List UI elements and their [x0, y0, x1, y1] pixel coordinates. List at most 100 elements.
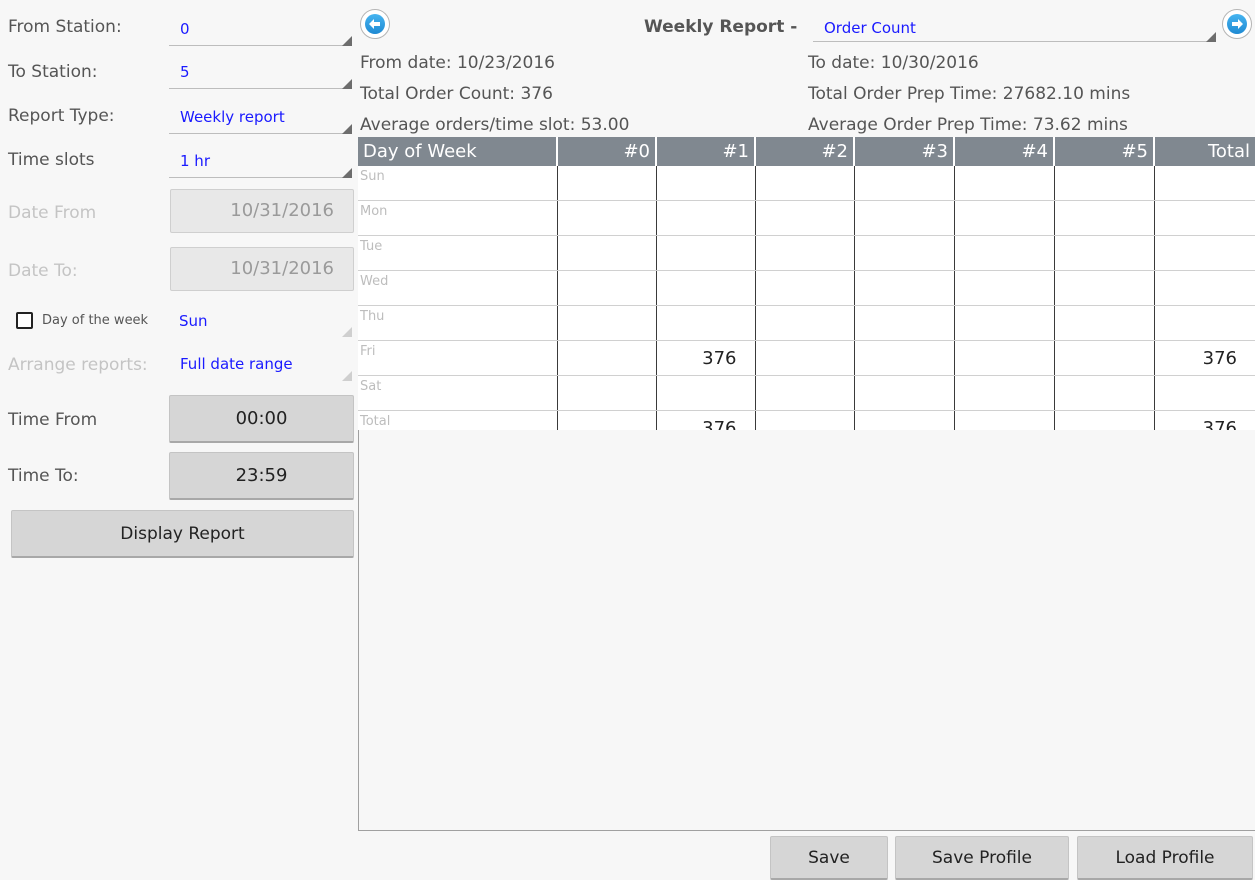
report-table: Day of Week #0 #1 #2 #3 #4 #5 Total Sun …	[358, 137, 1255, 446]
table-cell	[755, 375, 855, 411]
table-cell	[954, 305, 1055, 341]
table-cell	[954, 235, 1055, 271]
dropdown-corner-icon	[342, 168, 352, 178]
time-slots-value: 1 hr	[180, 152, 210, 170]
column-header: Day of Week	[358, 137, 558, 166]
spinner-underline	[169, 45, 352, 46]
report-metric-spinner[interactable]: Order Count	[813, 10, 1218, 44]
spinner-underline	[169, 88, 352, 89]
table-cell	[854, 305, 955, 341]
to-station-spinner[interactable]: 5	[169, 54, 354, 92]
table-cell	[854, 166, 955, 201]
arrow-left-icon	[369, 19, 380, 29]
table-cell	[1154, 375, 1255, 411]
table-row: Mon	[358, 200, 1255, 236]
row-label: Fri	[358, 340, 558, 376]
table-cell	[1154, 235, 1255, 271]
avg-prep-time-text: Average Order Prep Time: 73.62 mins	[808, 115, 1128, 135]
table-cell	[1054, 270, 1155, 306]
time-to-button[interactable]: 23:59	[169, 452, 354, 500]
from-station-label: From Station:	[8, 17, 122, 37]
date-from-field[interactable]: 10/31/2016	[170, 189, 354, 233]
time-slots-spinner[interactable]: 1 hr	[169, 143, 354, 181]
table-cell	[854, 375, 955, 411]
save-button[interactable]: Save	[770, 836, 888, 880]
column-header: Total	[1154, 137, 1255, 166]
report-type-spinner[interactable]: Weekly report	[169, 99, 354, 137]
table-cell	[1154, 305, 1255, 341]
arrange-reports-label: Arrange reports:	[8, 355, 148, 375]
table-cell	[656, 375, 756, 411]
table-cell: 376	[1154, 340, 1255, 376]
day-of-week-spinner[interactable]: Sun	[169, 302, 354, 340]
table-cell: 376	[656, 340, 756, 376]
table-cell	[557, 270, 657, 306]
table-cell	[656, 270, 756, 306]
arrange-reports-spinner[interactable]: Full date range	[169, 346, 354, 384]
spinner-underline	[813, 41, 1216, 42]
table-cell	[1054, 235, 1155, 271]
arrow-right-icon	[1232, 19, 1243, 29]
table-cell	[755, 270, 855, 306]
from-station-value: 0	[180, 20, 190, 38]
day-of-week-value: Sun	[179, 312, 208, 330]
time-from-label: Time From	[8, 410, 98, 430]
table-cell	[954, 270, 1055, 306]
next-button[interactable]	[1222, 9, 1252, 39]
dropdown-corner-icon	[342, 36, 352, 46]
table-cell	[954, 166, 1055, 201]
arrange-reports-value: Full date range	[180, 355, 293, 373]
dropdown-corner-icon	[342, 371, 352, 381]
column-header: #2	[755, 137, 855, 166]
table-cell	[854, 235, 955, 271]
avg-orders-text: Average orders/time slot: 53.00	[360, 115, 630, 135]
time-from-button[interactable]: 00:00	[169, 395, 354, 443]
table-cell	[954, 200, 1055, 236]
to-date-text: To date: 10/30/2016	[808, 53, 979, 73]
date-from-label: Date From	[8, 203, 97, 223]
from-station-spinner[interactable]: 0	[169, 11, 354, 49]
table-cell	[1154, 200, 1255, 236]
column-header: #0	[557, 137, 657, 166]
to-station-label: To Station:	[8, 62, 98, 82]
row-label: Sat	[358, 375, 558, 411]
table-cell	[557, 166, 657, 201]
row-label: Thu	[358, 305, 558, 341]
table-cell	[954, 375, 1055, 411]
table-cell	[1054, 340, 1155, 376]
table-cell	[656, 200, 756, 236]
day-of-week-checkbox[interactable]	[16, 312, 33, 329]
table-cell	[557, 375, 657, 411]
table-cell	[557, 200, 657, 236]
table-cell	[1154, 270, 1255, 306]
table-cell	[755, 235, 855, 271]
table-cell	[1054, 375, 1155, 411]
display-report-button[interactable]: Display Report	[11, 510, 354, 558]
time-to-label: Time To:	[8, 466, 79, 486]
table-row: Tue	[358, 235, 1255, 271]
table-cell	[954, 340, 1055, 376]
report-chart-area	[358, 430, 1255, 831]
row-label: Wed	[358, 270, 558, 306]
table-cell	[1054, 200, 1155, 236]
table-header-row: Day of Week #0 #1 #2 #3 #4 #5 Total	[358, 137, 1255, 166]
load-profile-button[interactable]: Load Profile	[1077, 836, 1253, 880]
dropdown-corner-icon	[342, 327, 352, 337]
spinner-underline	[169, 177, 352, 178]
row-label: Mon	[358, 200, 558, 236]
date-to-label: Date To:	[8, 261, 78, 281]
table-cell	[557, 235, 657, 271]
row-label: Tue	[358, 235, 558, 271]
table-cell	[1054, 305, 1155, 341]
dropdown-corner-icon	[1206, 32, 1216, 42]
to-station-value: 5	[180, 63, 190, 81]
date-to-field[interactable]: 10/31/2016	[170, 247, 354, 291]
prev-button[interactable]	[360, 9, 390, 39]
table-cell	[755, 166, 855, 201]
table-cell	[557, 305, 657, 341]
table-cell	[656, 166, 756, 201]
table-cell	[755, 340, 855, 376]
save-profile-button[interactable]: Save Profile	[895, 836, 1069, 880]
report-type-label: Report Type:	[8, 106, 115, 126]
table-cell	[656, 305, 756, 341]
